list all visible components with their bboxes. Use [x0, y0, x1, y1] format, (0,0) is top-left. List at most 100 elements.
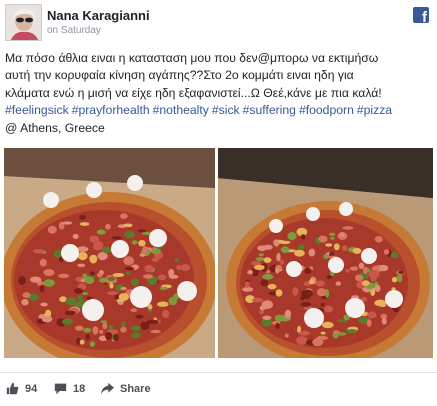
pizza-topping [151, 258, 160, 262]
pizza-topping [120, 287, 127, 291]
pizza-topping [89, 341, 96, 347]
pizza-topping [89, 271, 95, 276]
share-label: Share [120, 382, 151, 395]
hashtag-link[interactable]: #pizza [357, 103, 392, 117]
pizza-topping [316, 288, 327, 297]
pizza-photo-right[interactable] [218, 148, 433, 358]
post-header: Nana Karagianni on Saturday f [0, 0, 437, 44]
like-count: 94 [25, 382, 38, 395]
pizza-topping [333, 330, 340, 334]
pizza-topping [276, 252, 281, 262]
pizza-topping [84, 276, 95, 284]
pizza-topping [62, 221, 73, 225]
pizza-topping [259, 305, 266, 311]
pizza-topping [32, 249, 45, 254]
pizza-topping [244, 281, 250, 288]
pizza-topping [64, 310, 76, 316]
pizza-topping [345, 269, 350, 273]
pizza-topping [79, 214, 86, 220]
location-tag[interactable]: @ Athens, Greece [5, 120, 433, 137]
pizza-topping [349, 266, 359, 271]
pizza-topping [370, 273, 377, 282]
pizza-topping [65, 297, 77, 306]
post-body: Μα πόσο άθλια ειναι η κατασταση μου που … [5, 50, 433, 137]
like-button[interactable]: 94 [6, 382, 37, 395]
hashtag-link[interactable]: #nothealty [153, 103, 209, 117]
photo-grid [4, 148, 433, 358]
pizza-topping [159, 286, 168, 290]
post-timestamp[interactable]: on Saturday [47, 25, 101, 36]
comment-count: 18 [73, 382, 86, 395]
pizza-topping [391, 287, 396, 291]
pizza-topping [105, 332, 113, 340]
comment-button[interactable]: 18 [54, 382, 85, 395]
hashtag-list: #feelingsick #prayforhealth #nothealty #sic… [5, 102, 433, 119]
pizza-topping [131, 240, 138, 245]
pizza-topping [308, 248, 316, 257]
pizza-topping [287, 232, 297, 241]
avatar[interactable] [5, 4, 42, 41]
pizza-topping [99, 329, 104, 334]
pizza-topping [352, 247, 362, 254]
pizza-topping [120, 213, 128, 219]
pizza-topping [379, 303, 387, 307]
pizza-topping [320, 302, 325, 307]
post-text-line: κλάματα ενώ η μισή να είχε ηδη εξαφανιστ… [5, 85, 382, 100]
pizza-topping [124, 230, 135, 239]
pizza-topping [96, 229, 106, 235]
facebook-logo-icon[interactable]: f [413, 7, 429, 23]
pizza-topping [43, 279, 55, 287]
pizza-topping [106, 291, 119, 296]
pizza-topping [318, 235, 328, 243]
hashtag-link[interactable]: #suffering [243, 103, 296, 117]
pizza-topping [151, 248, 162, 254]
pizza-topping [398, 270, 405, 274]
pizza-topping [62, 318, 73, 325]
pizza-topping [130, 308, 137, 312]
share-button[interactable]: Share [101, 382, 151, 395]
pizza-topping [142, 274, 154, 279]
hashtag-link[interactable]: #prayforhealth [72, 103, 150, 117]
pizza-topping [58, 273, 70, 278]
pizza-topping [304, 268, 312, 274]
pizza-topping [174, 258, 179, 263]
pizza-topping [335, 281, 342, 286]
pizza-topping [366, 319, 372, 327]
pizza-topping [142, 245, 148, 255]
pizza-topping [274, 314, 284, 322]
pizza-topping [280, 259, 285, 265]
pizza-topping [123, 256, 135, 266]
pizza-topping [124, 266, 135, 271]
pizza-topping [18, 276, 26, 285]
author-name[interactable]: Nana Karagianni [47, 8, 150, 23]
hashtag-link[interactable]: #sick [212, 103, 240, 117]
pizza-topping [320, 331, 326, 335]
pizza-topping [116, 298, 126, 302]
pizza-topping [326, 275, 332, 280]
pizza-topping [97, 252, 108, 261]
pizza-topping [347, 329, 358, 334]
post-actions: 94 18 Share [0, 372, 437, 402]
pizza-topping [281, 246, 290, 254]
hashtag-link[interactable]: #foodporn [299, 103, 354, 117]
pizza-photo-left[interactable] [4, 148, 215, 358]
pizza-topping [355, 274, 364, 282]
pizza-topping [21, 299, 29, 306]
pizza-topping [82, 292, 89, 296]
hashtag-link[interactable]: #feelingsick [5, 103, 69, 117]
facebook-post-card: Nana Karagianni on Saturday f Μα πόσο άθ… [0, 0, 437, 406]
pizza-topping [315, 280, 325, 287]
pizza-topping [275, 267, 280, 274]
pizza-topping [97, 272, 103, 278]
pizza-topping [323, 254, 329, 260]
pizza-topping [176, 265, 183, 270]
pizza-topping [257, 245, 268, 251]
pizza-topping [157, 274, 167, 281]
pizza-topping [300, 302, 312, 307]
pizza-topping [296, 336, 308, 345]
pizza-topping [363, 266, 368, 275]
pizza-topping [162, 310, 170, 318]
pizza-topping [333, 243, 340, 251]
pizza-topping [138, 240, 146, 247]
pizza-topping [40, 302, 48, 307]
